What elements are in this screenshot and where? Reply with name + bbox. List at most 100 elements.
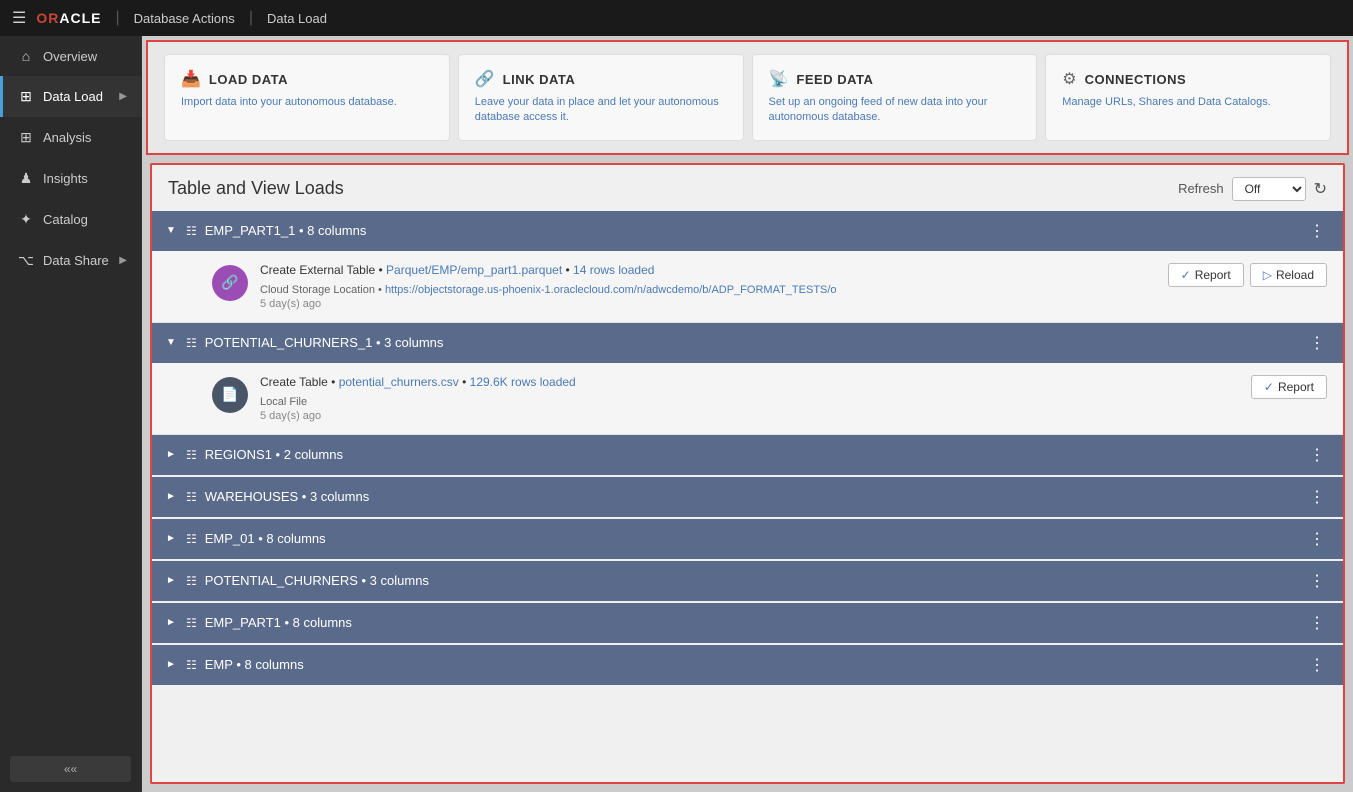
sidebar-item-data-load[interactable]: ⊞ Data Load ▶: [0, 76, 141, 117]
sidebar-item-insights[interactable]: ♟ Insights: [0, 158, 141, 199]
row-arrow-regions1: ►: [166, 449, 178, 460]
row-name-potential-churners: POTENTIAL_CHURNERS • 3 columns: [205, 573, 1297, 588]
row-table-icon-emp-01: ☷: [186, 532, 197, 546]
row-table-icon-warehouses: ☷: [186, 490, 197, 504]
loads-header: Table and View Loads Refresh Off5 sec10 …: [152, 165, 1343, 211]
sidebar: ⌂ Overview ⊞ Data Load ▶ ⊞ Analysis ♟ In…: [0, 36, 142, 792]
row-menu-potential-churners[interactable]: ⋮: [1305, 571, 1329, 591]
row-arrow-emp-part1: ►: [166, 617, 178, 628]
sidebar-item-analysis[interactable]: ⊞ Analysis: [0, 117, 141, 158]
detail-text-potential-churners-1: Create Table • potential_churners.csv • …: [260, 375, 1239, 422]
sidebar-label-data-load: Data Load: [43, 89, 111, 104]
load-row-regions1[interactable]: ► ☷ REGIONS1 • 2 columns ⋮: [152, 435, 1343, 475]
sidebar-item-catalog[interactable]: ✦ Catalog: [0, 199, 141, 240]
card-desc-feed-data: Set up an ongoing feed of new data into …: [769, 95, 1021, 126]
detail-btn-label-report-emp-part1-1: Report: [1195, 268, 1231, 282]
sidebar-icon-data-share: ⌥: [17, 252, 35, 269]
row-table-icon-emp-part1: ☷: [186, 616, 197, 630]
row-table-icon-regions1: ☷: [186, 448, 197, 462]
sidebar-label-catalog: Catalog: [43, 212, 127, 227]
sidebar-icon-catalog: ✦: [17, 211, 35, 228]
group-name-emp-part1-1: EMP_PART1_1 • 8 columns: [205, 223, 1297, 238]
load-row-warehouses[interactable]: ► ☷ WAREHOUSES • 3 columns ⋮: [152, 477, 1343, 517]
detail-sub-url-emp-part1-1[interactable]: https://objectstorage.us-phoenix-1.oracl…: [385, 284, 837, 296]
sidebar-item-data-share[interactable]: ⌥ Data Share ▶: [0, 240, 141, 281]
detail-rows-potential-churners-1: 129.6K rows loaded: [470, 375, 576, 389]
sidebar-icon-insights: ♟: [17, 170, 35, 187]
detail-btn-icon-report-emp-part1-1: ✓: [1181, 268, 1191, 282]
row-menu-regions1[interactable]: ⋮: [1305, 445, 1329, 465]
group-table-icon-emp-part1-1: ☷: [186, 224, 197, 238]
refresh-select[interactable]: Off5 sec10 sec30 sec: [1232, 177, 1306, 201]
group-menu-potential-churners-1[interactable]: ⋮: [1305, 333, 1329, 353]
detail-file-potential-churners-1[interactable]: potential_churners.csv: [339, 375, 459, 389]
load-row-emp-01[interactable]: ► ☷ EMP_01 • 8 columns ⋮: [152, 519, 1343, 559]
card-icon-load-data: 📥: [181, 69, 201, 89]
detail-sub-potential-churners-1: Local File: [260, 396, 307, 408]
detail-main-potential-churners-1: Create Table • potential_churners.csv • …: [260, 375, 1239, 389]
sidebar-icon-data-load: ⊞: [17, 88, 35, 105]
card-desc-load-data: Import data into your autonomous databas…: [181, 95, 433, 110]
hamburger-menu[interactable]: ☰: [12, 8, 26, 28]
detail-btn-report-potential-churners-1[interactable]: ✓ Report: [1251, 375, 1327, 399]
detail-actions-emp-part1-1: ✓ Report ▷ Reload: [1168, 263, 1327, 287]
load-row-potential-churners[interactable]: ► ☷ POTENTIAL_CHURNERS • 3 columns ⋮: [152, 561, 1343, 601]
sidebar-arrow-data-load: ▶: [119, 91, 127, 102]
loads-section: Table and View Loads Refresh Off5 sec10 …: [150, 163, 1345, 784]
detail-file-emp-part1-1[interactable]: Parquet/EMP/emp_part1.parquet: [386, 263, 562, 277]
card-title-feed-data: FEED DATA: [796, 72, 873, 87]
detail-btn-label-report-potential-churners-1: Report: [1278, 380, 1314, 394]
group-name-potential-churners-1: POTENTIAL_CHURNERS_1 • 3 columns: [205, 335, 1297, 350]
action-card-load-data[interactable]: 📥 LOAD DATA Import data into your autono…: [164, 54, 450, 141]
load-group-header-potential-churners-1[interactable]: ▼ ☷ POTENTIAL_CHURNERS_1 • 3 columns ⋮: [152, 323, 1343, 363]
detail-main-emp-part1-1: Create External Table • Parquet/EMP/emp_…: [260, 263, 1156, 277]
loads-title: Table and View Loads: [168, 178, 344, 199]
row-menu-warehouses[interactable]: ⋮: [1305, 487, 1329, 507]
collapse-sidebar-button[interactable]: ««: [10, 756, 131, 782]
detail-icon-potential-churners-1: 📄: [212, 377, 248, 413]
action-cards-container: 📥 LOAD DATA Import data into your autono…: [146, 40, 1349, 155]
sidebar-icon-analysis: ⊞: [17, 129, 35, 146]
load-detail-emp-part1-1: 🔗 Create External Table • Parquet/EMP/em…: [152, 251, 1343, 323]
sidebar-arrow-data-share: ▶: [119, 255, 127, 266]
detail-btn-report-emp-part1-1[interactable]: ✓ Report: [1168, 263, 1244, 287]
card-title-load-data: LOAD DATA: [209, 72, 288, 87]
card-header-feed-data: 📡 FEED DATA: [769, 69, 1021, 89]
detail-btn-icon-report-potential-churners-1: ✓: [1264, 380, 1274, 394]
row-menu-emp-part1[interactable]: ⋮: [1305, 613, 1329, 633]
load-row-emp-part1[interactable]: ► ☷ EMP_PART1 • 8 columns ⋮: [152, 603, 1343, 643]
sidebar-icon-overview: ⌂: [17, 48, 35, 64]
load-detail-potential-churners-1: 📄 Create Table • potential_churners.csv …: [152, 363, 1343, 435]
card-title-link-data: LINK DATA: [503, 72, 576, 87]
row-arrow-warehouses: ►: [166, 491, 178, 502]
loads-list: ▼ ☷ EMP_PART1_1 • 8 columns ⋮ 🔗 Create E…: [152, 211, 1343, 782]
oracle-logo: ORACLE: [36, 10, 101, 26]
row-name-warehouses: WAREHOUSES • 3 columns: [205, 489, 1297, 504]
detail-btn-label-reload-emp-part1-1: Reload: [1276, 268, 1314, 282]
group-menu-emp-part1-1[interactable]: ⋮: [1305, 221, 1329, 241]
detail-btn-reload-emp-part1-1[interactable]: ▷ Reload: [1250, 263, 1327, 287]
action-card-connections[interactable]: ⚙ CONNECTIONS Manage URLs, Shares and Da…: [1045, 54, 1331, 141]
card-title-connections: CONNECTIONS: [1085, 72, 1187, 87]
load-row-emp[interactable]: ► ☷ EMP • 8 columns ⋮: [152, 645, 1343, 685]
row-name-emp: EMP • 8 columns: [205, 657, 1297, 672]
row-arrow-potential-churners: ►: [166, 575, 178, 586]
detail-btn-icon-reload-emp-part1-1: ▷: [1263, 268, 1272, 282]
row-menu-emp-01[interactable]: ⋮: [1305, 529, 1329, 549]
page-title: Data Load: [267, 11, 327, 26]
detail-text-emp-part1-1: Create External Table • Parquet/EMP/emp_…: [260, 263, 1156, 310]
card-header-load-data: 📥 LOAD DATA: [181, 69, 433, 89]
refresh-button[interactable]: ↻: [1314, 179, 1327, 199]
row-name-emp-part1: EMP_PART1 • 8 columns: [205, 615, 1297, 630]
action-card-link-data[interactable]: 🔗 LINK DATA Leave your data in place and…: [458, 54, 744, 141]
row-arrow-emp: ►: [166, 659, 178, 670]
card-header-connections: ⚙ CONNECTIONS: [1062, 69, 1314, 89]
refresh-label: Refresh: [1178, 181, 1224, 196]
sidebar-label-insights: Insights: [43, 171, 127, 186]
card-desc-link-data: Leave your data in place and let your au…: [475, 95, 727, 126]
load-group-header-emp-part1-1[interactable]: ▼ ☷ EMP_PART1_1 • 8 columns ⋮: [152, 211, 1343, 251]
sidebar-label-data-share: Data Share: [43, 253, 111, 268]
sidebar-item-overview[interactable]: ⌂ Overview: [0, 36, 141, 76]
action-card-feed-data[interactable]: 📡 FEED DATA Set up an ongoing feed of ne…: [752, 54, 1038, 141]
row-menu-emp[interactable]: ⋮: [1305, 655, 1329, 675]
